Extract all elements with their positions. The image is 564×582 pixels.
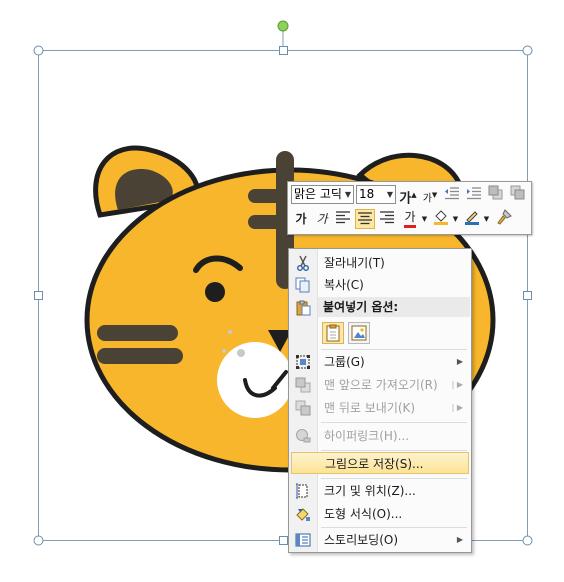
tiger-eye: [205, 282, 225, 302]
paste-options-label: 붙여넣기 옵션:: [323, 300, 399, 314]
submenu-arrow-icon: ▶: [456, 535, 463, 544]
menu-item-save-as-picture[interactable]: 그림으로 저장(S)...: [291, 452, 469, 474]
menu-separator: [321, 450, 467, 451]
shrink-font-glyph: 가: [422, 193, 432, 205]
chevron-down-icon[interactable]: ▼: [420, 209, 429, 229]
align-right-icon[interactable]: [377, 209, 397, 229]
submenu-arrow-icon: ▶: [456, 357, 463, 366]
resize-handle-top-right[interactable]: [522, 45, 533, 56]
font-name-value: 맑은 고딕: [294, 187, 342, 201]
menu-item-copy[interactable]: 복사(C): [291, 274, 469, 296]
paste-as-picture-button[interactable]: [348, 322, 370, 344]
menu-item-storyboarding[interactable]: 스토리보딩(O) ▶: [291, 529, 469, 551]
italic-glyph: 가: [316, 212, 328, 226]
decrease-indent-icon[interactable]: [442, 185, 462, 205]
align-left-icon[interactable]: [333, 209, 353, 229]
submenu-arrow-icon: | ▶: [451, 403, 463, 412]
menu-item-label: 스토리보딩(O): [324, 533, 399, 547]
format-painter-icon[interactable]: [494, 209, 514, 229]
menu-item-label: 복사(C): [324, 278, 364, 292]
menu-item-label: 하이퍼링크(H)...: [324, 429, 410, 443]
menu-item-format-shape[interactable]: 도형 서식(O)...: [291, 503, 469, 525]
menu-item-bring-to-front[interactable]: 맨 앞으로 가져오기(R) | ▶: [291, 374, 469, 396]
tiger-freckle: [222, 349, 226, 353]
chevron-down-icon[interactable]: ▼: [482, 209, 491, 229]
grow-font-button[interactable]: 가▲: [398, 185, 418, 207]
increase-indent-icon[interactable]: [464, 185, 484, 205]
send-to-back-icon: [295, 400, 311, 416]
menu-item-send-to-back[interactable]: 맨 뒤로 보내기(K) | ▶: [291, 397, 469, 419]
resize-handle-bottom-left[interactable]: [33, 535, 44, 546]
storyboarding-icon: [295, 533, 311, 547]
chevron-down-icon[interactable]: ▼: [451, 209, 460, 229]
menu-separator: [321, 527, 467, 528]
size-position-icon: [296, 483, 308, 499]
group-icon: [296, 355, 310, 369]
resize-handle-right[interactable]: [523, 291, 532, 300]
submenu-arrow-icon: | ▶: [451, 380, 463, 389]
menu-item-label: 그룹(G): [324, 355, 365, 369]
chevron-down-icon: ▼: [386, 190, 393, 199]
shrink-font-button[interactable]: 가▼: [420, 185, 440, 205]
shape-fill-icon[interactable]: [431, 209, 451, 229]
italic-button[interactable]: 가: [312, 209, 332, 229]
context-menu: 잘라내기(T) 복사(C) 붙여넣기 옵션: 그룹(G) ▶ 맨 앞으로 가져오…: [288, 248, 472, 553]
shape-outline-icon[interactable]: [462, 209, 482, 229]
font-color-glyph: 가: [404, 210, 416, 228]
menu-separator: [321, 422, 467, 423]
chevron-down-icon: ▼: [344, 190, 351, 199]
menu-item-label: 맨 뒤로 보내기(K): [324, 401, 416, 415]
align-center-icon[interactable]: [355, 209, 375, 229]
mini-toolbar: 맑은 고딕 ▼ 18 ▼ 가▲ 가▼ 가 가 가 ▼ ▼ ▼: [287, 181, 532, 235]
menu-item-size-position[interactable]: 크기 및 위치(Z)...: [291, 480, 469, 502]
grow-font-glyph: 가: [399, 191, 412, 207]
rotate-handle[interactable]: [277, 20, 289, 32]
resize-handle-left[interactable]: [34, 291, 43, 300]
resize-handle-bottom[interactable]: [279, 536, 288, 545]
menu-separator: [321, 349, 467, 350]
font-name-combo[interactable]: 맑은 고딕 ▼: [291, 185, 354, 204]
paste-options-header: 붙여넣기 옵션:: [318, 297, 470, 317]
tiger-freckle: [228, 330, 232, 334]
paste-icon: [296, 300, 311, 316]
scissors-icon: [297, 255, 309, 271]
slide-canvas: [33, 20, 533, 546]
resize-handle-top-left[interactable]: [33, 45, 44, 56]
font-size-value: 18: [359, 187, 375, 201]
bold-glyph: 가: [295, 212, 307, 226]
font-size-combo[interactable]: 18 ▼: [356, 185, 396, 204]
menu-item-label: 맨 앞으로 가져오기(R): [324, 378, 438, 392]
bring-forward-icon[interactable]: [486, 185, 506, 205]
send-backward-icon[interactable]: [508, 185, 528, 205]
font-color-button[interactable]: 가: [400, 207, 420, 228]
bring-to-front-icon: [295, 377, 311, 393]
menu-item-label: 도형 서식(O)...: [324, 507, 403, 521]
menu-item-cut[interactable]: 잘라내기(T): [291, 252, 469, 274]
menu-item-label: 그림으로 저장(S)...: [325, 457, 424, 471]
format-shape-icon: [296, 508, 310, 521]
hyperlink-icon: [296, 429, 311, 443]
paste-document-icon: [326, 324, 340, 342]
menu-item-hyperlink[interactable]: 하이퍼링크(H)...: [291, 425, 469, 447]
menu-separator: [321, 478, 467, 479]
copy-icon: [295, 277, 310, 293]
tiger-freckle: [237, 349, 245, 357]
resize-handle-top[interactable]: [279, 46, 288, 55]
resize-handle-bottom-right[interactable]: [522, 535, 533, 546]
paste-keep-formatting-button[interactable]: [322, 322, 344, 344]
menu-item-group[interactable]: 그룹(G) ▶: [291, 351, 469, 373]
bold-button[interactable]: 가: [291, 209, 311, 229]
menu-item-label: 잘라내기(T): [324, 256, 385, 270]
paste-picture-icon: [351, 325, 367, 341]
menu-item-label: 크기 및 위치(Z)...: [324, 484, 416, 498]
